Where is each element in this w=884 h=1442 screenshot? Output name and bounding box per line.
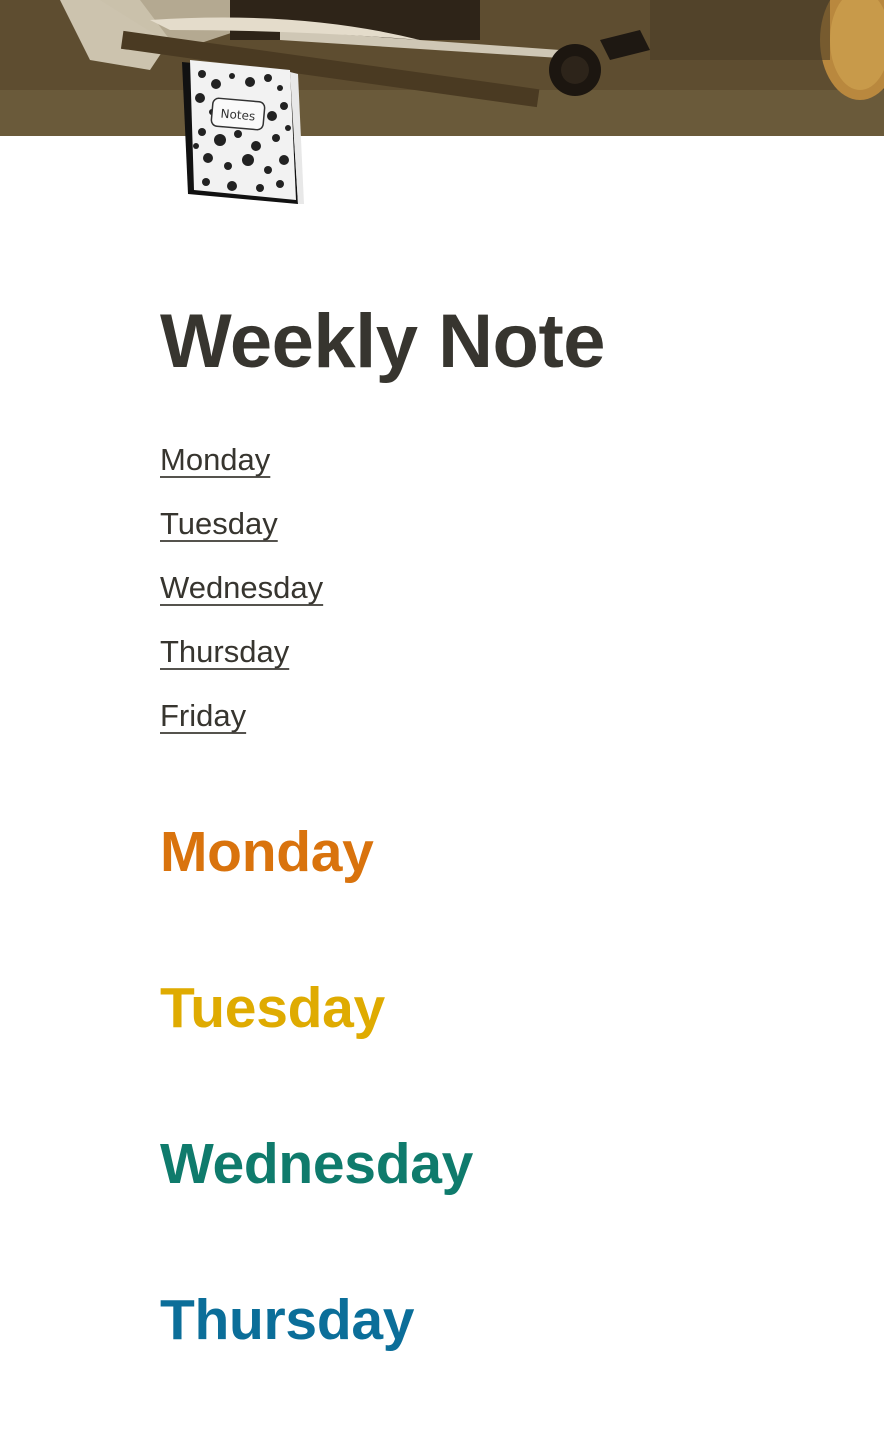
page-cover-image[interactable]: [0, 0, 884, 136]
toc-link-friday[interactable]: Friday: [160, 694, 323, 758]
page-title[interactable]: Weekly Note: [160, 296, 606, 387]
heading-monday[interactable]: Monday: [160, 818, 374, 886]
table-of-contents: Monday Tuesday Wednesday Thursday Friday: [160, 438, 323, 758]
toc-link-monday[interactable]: Monday: [160, 438, 323, 502]
heading-thursday[interactable]: Thursday: [160, 1286, 414, 1354]
toc-link-wednesday[interactable]: Wednesday: [160, 566, 323, 630]
toc-link-thursday[interactable]: Thursday: [160, 630, 323, 694]
cover-painting: [0, 0, 884, 136]
composition-notebook-icon[interactable]: Notes: [172, 54, 304, 210]
toc-link-tuesday[interactable]: Tuesday: [160, 502, 323, 566]
heading-tuesday[interactable]: Tuesday: [160, 974, 385, 1042]
heading-wednesday[interactable]: Wednesday: [160, 1130, 473, 1198]
